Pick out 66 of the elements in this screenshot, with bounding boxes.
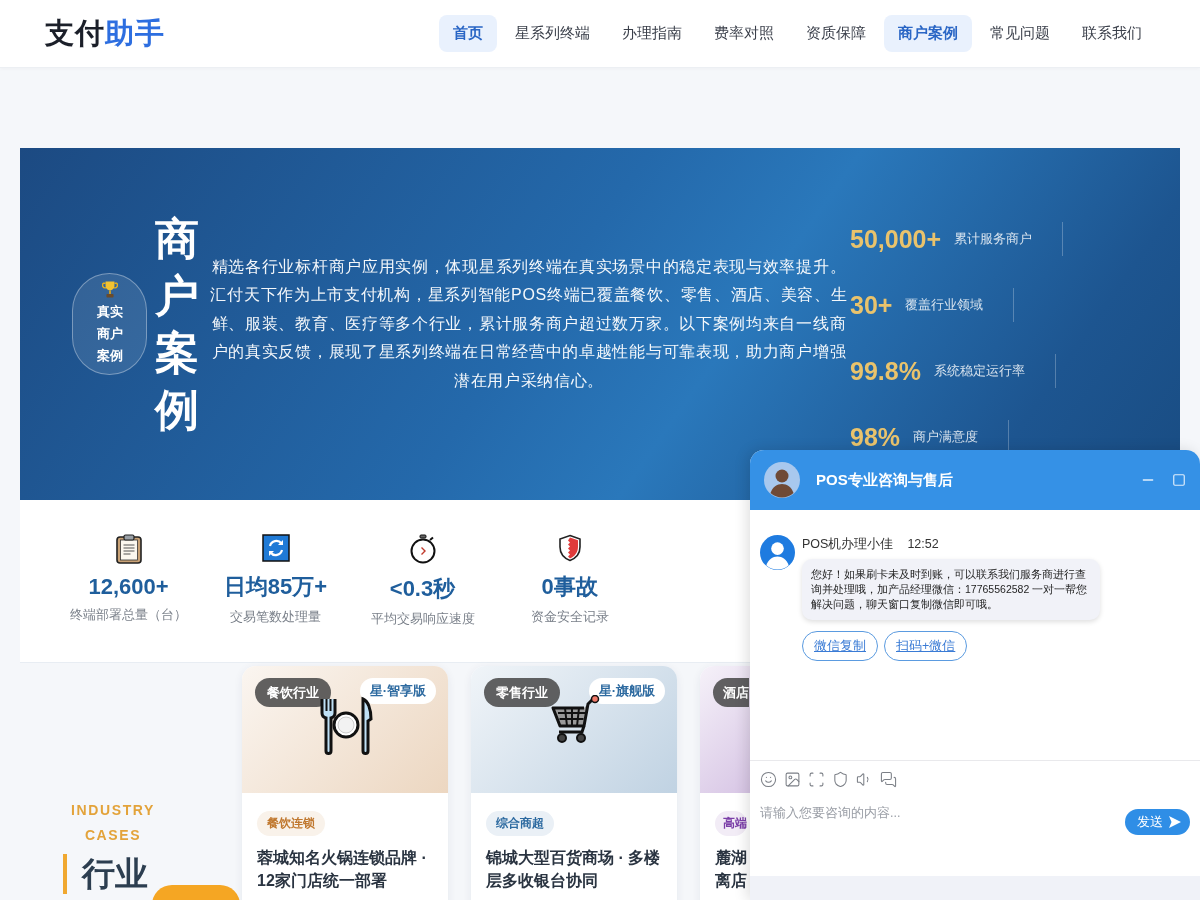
industry-tag: 零售行业 (484, 678, 560, 707)
metric-label: 平均交易响应速度 (370, 610, 475, 628)
hero-description: 精选各行业标杆商户应用实例，体现星系列终端在真实场景中的稳定表现与效率提升。汇付天下作为上市支付机构，星系列智能POS终端已覆盖餐饮、零售、酒店、美容、生鲜、服装、教育、医疗等多个行业，累计服务商户超过数万家。以下案例均来自一线商户的真实反馈，展现了星系列终端在日常经营中的卓越性能与可靠表现，助力商户增强潜在用户采纳信心。 (209, 256, 849, 391)
metric-label: 资金安全记录 (530, 608, 609, 626)
message-input[interactable]: 请输入您要咨询的内容... (760, 801, 1115, 825)
nav-item[interactable]: 商户案例 (884, 15, 972, 52)
stat-label: 商户满意度 (913, 428, 979, 446)
logo[interactable]: 支付助手 (45, 13, 165, 54)
chat-bubbles-icon[interactable] (880, 770, 897, 788)
refresh-icon (261, 534, 290, 562)
clipboard-icon (115, 534, 142, 564)
stat-label: 系统稳定运行率 (933, 362, 1025, 380)
send-icon (1168, 815, 1182, 829)
screenshot-icon[interactable] (808, 770, 825, 788)
avatar-icon (764, 462, 800, 498)
industry-tag: 餐饮行业 (255, 678, 331, 707)
badge-label: 真实商户案例 (95, 303, 124, 365)
nav-item[interactable]: 常见问题 (976, 15, 1064, 52)
quick-reply-button[interactable]: 微信复制 (802, 631, 878, 661)
case-title: 蓉城知名火锅连锁品牌 · 12家门店统一部署 (257, 848, 428, 891)
stat-value: 99.8% (850, 356, 921, 386)
message-time: 12:52 (907, 536, 939, 553)
category-tag: 餐饮连锁 (257, 811, 325, 836)
chat-title: POS专业咨询与售后 (816, 470, 954, 490)
trophy-icon (101, 281, 118, 298)
case-card[interactable]: 零售行业 星·旗舰版 综合商超 锦城大型百货商场 · 多楼层多收银台协同 (471, 666, 677, 900)
shield-outline-icon[interactable] (832, 770, 849, 788)
nav-item[interactable]: 办理指南 (608, 15, 696, 52)
sender-name: POS机办理小佳 (802, 536, 894, 553)
metric-value: 日均85万+ (223, 573, 328, 601)
case-card[interactable]: 餐饮行业 星·智享版 餐饮连锁 蓉城知名火锅连锁品牌 · 12家门店统一部署 (242, 666, 448, 900)
stat-label: 覆盖行业领域 (905, 296, 984, 314)
stopwatch-icon (408, 534, 437, 564)
case-card[interactable]: 酒店 高端 麓湖离店 (700, 666, 750, 900)
industry-tag: 酒店 (713, 678, 749, 707)
plate-cutlery-icon (318, 695, 373, 755)
edition-tag: 星·旗舰版 (588, 678, 665, 704)
category-tag: 高端 (715, 811, 747, 836)
stat-value: 98% (850, 422, 901, 452)
stat-value: 30+ (850, 290, 893, 320)
emoji-icon[interactable] (760, 770, 777, 788)
agent-avatar-icon (760, 535, 795, 570)
metric-value: 0事故 (541, 573, 598, 601)
nav-item[interactable]: 星系列终端 (501, 15, 604, 52)
case-title: 锦城大型百货商场 · 多楼层多收银台协同 (486, 848, 662, 891)
metric-value: <0.3秒 (389, 575, 456, 603)
stat-value: 50,000+ (850, 224, 942, 254)
hero-title: 商户案例 (155, 213, 199, 436)
nav-item[interactable]: 资质保障 (792, 15, 880, 52)
case-title: 麓湖离店 (715, 848, 748, 891)
section-eyebrow: INDUSTRY CASES (70, 801, 156, 845)
image-icon[interactable] (784, 770, 801, 788)
nav-item[interactable]: 费率对照 (700, 15, 788, 52)
metric-label: 终端部署总量（台） (70, 606, 187, 624)
quick-reply-button[interactable]: 扫码+微信 (884, 631, 968, 661)
metric-value: 12,600+ (88, 574, 169, 600)
nav-item[interactable]: 联系我们 (1068, 15, 1156, 52)
nav-item[interactable]: 首页 (439, 15, 497, 52)
section-heading: 行业 (63, 854, 148, 894)
edition-tag: 星·智享版 (359, 678, 436, 704)
maximize-icon[interactable] (1172, 473, 1186, 487)
shield-icon (557, 534, 582, 562)
message-bubble: 您好！如果刷卡未及时到账，可以联系我们服务商进行查询并处理哦，加产品经理微信：17765562582 一对一帮您解决问题，聊天窗口复制微信即可哦。 (802, 559, 1100, 620)
category-tag: 综合商超 (486, 811, 554, 836)
stat-label: 累计服务商户 (954, 230, 1033, 248)
metric-label: 交易笔数处理量 (230, 608, 321, 626)
